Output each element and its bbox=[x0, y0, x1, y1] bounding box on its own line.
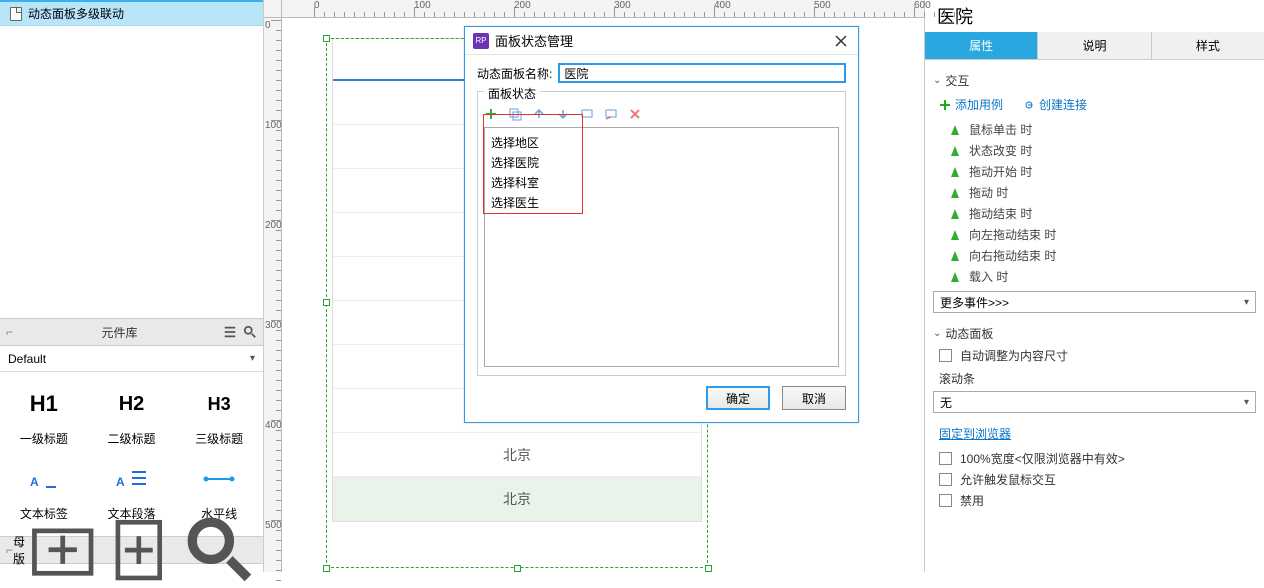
checkbox-icon bbox=[939, 494, 952, 507]
widget-grid: H1 一级标题 H2 二级标题 H3 三级标题 bbox=[0, 372, 263, 461]
panel-state-dialog: RP 面板状态管理 动态面板名称: 面板状态 bbox=[464, 26, 859, 423]
ok-button[interactable]: 确定 bbox=[706, 386, 770, 410]
states-legend: 面板状态 bbox=[484, 85, 540, 102]
state-toolbar bbox=[484, 105, 839, 127]
panel-name-input[interactable] bbox=[558, 63, 846, 83]
dialog-title: 面板状态管理 bbox=[495, 31, 832, 50]
tab-style[interactable]: 样式 bbox=[1152, 32, 1264, 59]
auto-fit-checkbox[interactable]: 自动调整为内容尺寸 bbox=[933, 345, 1256, 366]
add-folder-icon[interactable] bbox=[25, 512, 100, 587]
left-pane: 动态面板多级联动 ⌐ 元件库 Default ▾ H1 一级标题 H2 二级标题… bbox=[0, 0, 264, 572]
resize-handle-s[interactable] bbox=[514, 565, 521, 572]
page-name: 动态面板多级联动 bbox=[28, 5, 124, 22]
state-item[interactable]: 选择科室 bbox=[491, 172, 832, 192]
scroll-label: 滚动条 bbox=[933, 366, 1256, 387]
interaction-group-header[interactable]: ⌄ 交互 bbox=[933, 68, 1256, 92]
widget-h1[interactable]: H1 一级标题 bbox=[0, 386, 88, 447]
checkbox-icon bbox=[939, 452, 952, 465]
event-item[interactable]: 拖动开始 时 bbox=[933, 161, 1256, 182]
svg-text:A: A bbox=[30, 475, 39, 489]
search-icon[interactable] bbox=[183, 513, 257, 587]
chevron-down-icon: ⌄ bbox=[933, 328, 941, 339]
text-label-icon: A bbox=[28, 461, 60, 497]
state-item[interactable]: 选择医生 bbox=[491, 192, 832, 212]
event-item[interactable]: 拖动结束 时 bbox=[933, 203, 1256, 224]
widget-lib-header: ⌐ 元件库 bbox=[0, 318, 263, 346]
add-page-icon[interactable] bbox=[104, 513, 178, 587]
master-header: ⌐ 母版 bbox=[0, 536, 263, 564]
state-item[interactable]: 选择地区 bbox=[491, 132, 832, 152]
tab-notes[interactable]: 说明 bbox=[1038, 32, 1151, 59]
svg-text:A: A bbox=[116, 475, 125, 489]
event-item[interactable]: 载入 时 bbox=[933, 266, 1256, 287]
chevron-down-icon: ▾ bbox=[1244, 297, 1249, 308]
chevron-down-icon: ▾ bbox=[250, 353, 255, 364]
add-case-link[interactable]: 添加用例 bbox=[939, 96, 1003, 113]
resize-handle-nw[interactable] bbox=[323, 35, 330, 42]
state-item[interactable]: 选择医院 bbox=[491, 152, 832, 172]
hr-icon bbox=[203, 461, 235, 497]
inspector-tabs: 属性 说明 样式 bbox=[925, 32, 1264, 60]
state-list[interactable]: 选择地区选择医院选择科室选择医生 bbox=[484, 127, 839, 367]
ruler-horizontal: 0100200300400500600 bbox=[282, 0, 924, 18]
edit-all-icon[interactable] bbox=[580, 107, 594, 121]
widget-h2[interactable]: H2 二级标题 bbox=[88, 386, 176, 447]
dialog-titlebar[interactable]: RP 面板状态管理 bbox=[465, 27, 858, 55]
name-field-label: 动态面板名称: bbox=[477, 65, 552, 82]
resize-handle-se[interactable] bbox=[705, 565, 712, 572]
widget-h3[interactable]: H3 三级标题 bbox=[175, 386, 263, 447]
chevron-down-icon: ▾ bbox=[1244, 397, 1249, 408]
menu-icon[interactable] bbox=[223, 325, 237, 339]
duplicate-state-icon[interactable] bbox=[508, 107, 522, 121]
full-width-checkbox[interactable]: 100%宽度<仅限浏览器中有效> bbox=[933, 448, 1256, 469]
inspector-title: 医院 bbox=[925, 0, 1264, 32]
resize-handle-w[interactable] bbox=[323, 299, 330, 306]
event-item[interactable]: 拖动 时 bbox=[933, 182, 1256, 203]
app-icon: RP bbox=[473, 33, 489, 49]
delete-state-icon[interactable] bbox=[628, 107, 642, 121]
cancel-button[interactable]: 取消 bbox=[782, 386, 846, 410]
resize-handle-sw[interactable] bbox=[323, 565, 330, 572]
widget-lib-select[interactable]: Default ▾ bbox=[0, 346, 263, 372]
ruler-corner bbox=[264, 0, 282, 18]
more-events-select[interactable]: 更多事件>>> ▾ bbox=[933, 291, 1256, 313]
canvas[interactable]: 0100200300400500600 0100200300400500 请选择… bbox=[264, 0, 924, 572]
event-item[interactable]: 向左拖动结束 时 bbox=[933, 224, 1256, 245]
move-down-icon[interactable] bbox=[556, 107, 570, 121]
inspector-pane: 医院 属性 说明 样式 ⌄ 交互 添加用例 创建连接 鼠标单击 时状态改变 时拖… bbox=[924, 0, 1264, 572]
ruler-vertical: 0100200300400500 bbox=[264, 18, 282, 572]
event-item[interactable]: 状态改变 时 bbox=[933, 140, 1256, 161]
move-up-icon[interactable] bbox=[532, 107, 546, 121]
page-icon bbox=[10, 7, 22, 21]
disable-checkbox[interactable]: 禁用 bbox=[933, 490, 1256, 511]
master-title: 母版 bbox=[13, 533, 25, 567]
lib-selected-label: Default bbox=[8, 352, 46, 366]
page-tab[interactable]: 动态面板多级联动 bbox=[0, 0, 263, 26]
checkbox-icon bbox=[939, 349, 952, 362]
allow-mouse-checkbox[interactable]: 允许触发鼠标交互 bbox=[933, 469, 1256, 490]
event-item[interactable]: 向右拖动结束 时 bbox=[933, 245, 1256, 266]
pin-browser-link[interactable]: 固定到浏览器 bbox=[933, 421, 1011, 448]
search-icon[interactable] bbox=[243, 325, 257, 339]
scroll-select[interactable]: 无 ▾ bbox=[933, 391, 1256, 413]
add-state-icon[interactable] bbox=[484, 107, 498, 121]
event-item[interactable]: 鼠标单击 时 bbox=[933, 119, 1256, 140]
close-icon[interactable] bbox=[832, 32, 850, 50]
chevron-down-icon: ⌄ bbox=[933, 75, 941, 86]
edit-state-icon[interactable] bbox=[604, 107, 618, 121]
tab-properties[interactable]: 属性 bbox=[925, 32, 1038, 59]
checkbox-icon bbox=[939, 473, 952, 486]
canvas-area[interactable]: 请选择地区 北京北京北京北京北京北京北京北京北京北京 RP 面板状态管理 动态面… bbox=[282, 18, 924, 572]
text-paragraph-icon: A bbox=[116, 461, 148, 497]
marker-icon: ⌐ bbox=[6, 325, 16, 339]
widget-lib-title: 元件库 bbox=[16, 324, 223, 341]
create-link-link[interactable]: 创建连接 bbox=[1023, 96, 1087, 113]
dynpanel-group-header[interactable]: ⌄ 动态面板 bbox=[933, 321, 1256, 345]
marker-icon: ⌐ bbox=[6, 543, 13, 557]
